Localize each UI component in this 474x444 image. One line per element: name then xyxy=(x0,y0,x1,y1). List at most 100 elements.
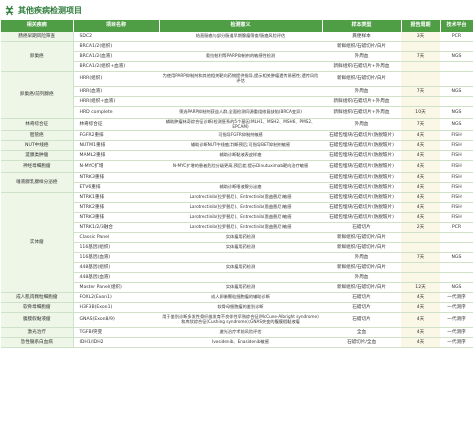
sample-cell: 新鲜组织/石蜡切片/白片 xyxy=(322,242,401,253)
significance-cell: N-MYC扩增的患者危险分级更高,预后差;提示Dinutuximab靶向治疗敏感 xyxy=(159,160,322,173)
significance-cell xyxy=(159,61,322,72)
project-cell: FOXL2(Exon1) xyxy=(73,292,159,303)
header-significance: 检测意义 xyxy=(159,20,323,32)
platform-cell: NGS xyxy=(440,51,473,62)
project-cell: GNAS(Exon8/9) xyxy=(73,312,159,328)
tat-cell: 7天 xyxy=(401,118,440,131)
disease-cell: 神经母细胞瘤 xyxy=(1,160,74,173)
tat-cell: 7天 xyxy=(401,86,440,97)
sample-cell: 新鲜组织/石蜡切片/白片 xyxy=(322,41,401,52)
disease-cell: 涎腺类肿瘤 xyxy=(1,150,74,161)
project-cell: SDC2 xyxy=(73,32,159,42)
significance-cell: Ivosidenib、Enasidenib敏感 xyxy=(159,337,322,348)
test-table: 相关疾病 项目名称 检测意义 样本类型 报告周期 技术平台 肠癌早期风险筛查 SD… xyxy=(1,20,474,348)
header-sample: 样本类型 xyxy=(322,20,402,32)
project-cell: BRCA1/2(血液) xyxy=(73,51,159,62)
project-cell: Classic Panel xyxy=(73,232,159,243)
significance-cell: 激光治疗术前风险评估 xyxy=(159,327,322,338)
significance-cell: 可指导FGFR抑制剂敏感 xyxy=(159,130,322,141)
table-row: 卵巢癌 BRCA1/2(组织) 新鲜组织/石蜡切片/白片 xyxy=(1,41,473,72)
significance-cell: 筛选PARP抑制剂获益人群,全面检测同源重组修复缺陷(BRCA变异) xyxy=(159,106,322,119)
sample-cell: 石蜡包埋块/石蜡切片(防脱玻片) xyxy=(322,212,401,223)
sample-cell: 粪便样本 xyxy=(322,32,401,42)
tat-cell: 4天 xyxy=(401,182,440,193)
sample-cell: 石蜡包埋块/石蜡切片(防脱玻片) xyxy=(322,172,401,183)
platform-cell xyxy=(440,272,473,283)
significance-cell xyxy=(159,272,322,283)
platform-cell: FISH xyxy=(440,202,473,213)
tat-cell xyxy=(401,272,440,283)
tat-cell: 2天 xyxy=(401,222,440,233)
tat-cell: 4天 xyxy=(401,172,440,183)
project-cell: IDH1/IDH2 xyxy=(73,337,159,348)
platform-cell: FISH xyxy=(440,160,473,173)
platform-cell: 一代测序 xyxy=(440,292,473,303)
platform-cell: FISH xyxy=(440,172,473,183)
sample-cell: 石蜡包埋块/石蜡切片(防脱玻片) xyxy=(322,182,401,193)
significance-cell: 辅助诊断黏液表皮样癌 xyxy=(159,150,322,161)
significance-cell: 成人卵巢颗粒细胞瘤的辅助诊断 xyxy=(159,292,322,303)
significance-cell: Larotrectinib(拉罗替尼)、Entrectinib(恩曲替尼)敏感 xyxy=(159,222,322,233)
tat-cell: 12天 xyxy=(401,282,440,293)
sample-cell: 外周血 xyxy=(322,86,401,97)
platform-cell: NGS xyxy=(440,86,473,97)
tat-cell: 4天 xyxy=(401,140,440,151)
project-cell: 448基因(组织) xyxy=(73,262,159,273)
disease-cell: 急性髓系白血病 xyxy=(1,337,74,348)
sample-cell: 石蜡切片 xyxy=(322,302,401,313)
header-platform: 技术平台 xyxy=(440,20,474,32)
project-cell: TGFBI突变 xyxy=(73,327,159,338)
platform-cell: NGS xyxy=(440,118,473,131)
project-cell: ETV6重排 xyxy=(73,182,159,193)
significance-cell: 辅助诊断唾液腺分泌癌 xyxy=(159,182,322,193)
disease-cell: 腹膜假黏液瘤 xyxy=(1,312,74,328)
significance-cell xyxy=(159,96,322,107)
sample-cell: 石蜡包埋块/石蜡切片(防脱玻片) xyxy=(322,130,401,141)
significance-cell: 实体瘤用药检测 xyxy=(159,232,322,243)
tat-cell: 4天 xyxy=(401,202,440,213)
platform-cell xyxy=(440,262,473,273)
sample-cell: 石蜡包埋块/石蜡切片(防脱玻片) xyxy=(322,202,401,213)
table-row: 唾液腺乳腺样分泌癌 NTRK3重排 石蜡包埋块/石蜡切片(防脱玻片) 4天 FISH xyxy=(1,172,473,193)
tat-cell xyxy=(401,71,440,87)
disease-cell: 肠癌早期风险筛查 xyxy=(1,32,74,42)
platform-cell: 一代测序 xyxy=(440,302,473,313)
platform-cell: FISH xyxy=(440,192,473,203)
sample-cell: 新鲜组织/石蜡切片/白片 xyxy=(322,71,401,87)
disease-cell: 林奇综合征 xyxy=(1,118,74,131)
sample-cell: 石蜡切片 xyxy=(322,292,401,303)
platform-cell xyxy=(440,232,473,243)
platform-cell: PCR xyxy=(440,222,473,233)
significance-cell xyxy=(159,41,322,52)
tat-cell: 4天 xyxy=(401,312,440,328)
tat-cell: 4天 xyxy=(401,302,440,313)
tat-cell xyxy=(401,242,440,253)
sample-cell: 新鲜组织/石蜡切片/白片 xyxy=(322,282,401,293)
project-cell: 448基因(血液) xyxy=(73,272,159,283)
platform-cell xyxy=(440,242,473,253)
sample-cell: 外周血 xyxy=(322,118,401,131)
platform-cell: FISH xyxy=(440,150,473,161)
disease-cell: 成人肌肉颗粒细胞瘤 xyxy=(1,292,74,303)
sample-cell: 石蜡切片 xyxy=(322,312,401,328)
sample-cell: 新鲜组织/石蜡切片/白片 xyxy=(322,232,401,243)
platform-cell: FISH xyxy=(440,130,473,141)
project-cell: HRR(血液) xyxy=(73,86,159,97)
platform-cell: 一代测序 xyxy=(440,337,473,348)
tat-cell: 4天 xyxy=(401,130,440,141)
header-disease: 相关疾病 xyxy=(1,20,74,32)
sample-cell: 石蜡切片/全血 xyxy=(322,337,401,348)
sample-cell: 外周血 xyxy=(322,252,401,263)
tat-cell xyxy=(401,96,440,107)
tat-cell: 4天 xyxy=(401,150,440,161)
significance-cell: 辅助肿瘤林奇综合征诊断(检测胚系的5个基因:MLH1、MSH2、MSH6、PMS… xyxy=(159,118,322,131)
significance-cell: 奥拉帕利等PARP抑制剂的敏感性检测 xyxy=(159,51,322,62)
project-cell: NTRK2重排 xyxy=(73,202,159,213)
sample-cell: 外周血 xyxy=(322,272,401,283)
platform-cell: NGS xyxy=(440,106,473,119)
table-row: 腹膜假黏液瘤 GNAS(Exon8/9) 用于鉴别诊断多发性骨纤维发育不良伴性早熟综… xyxy=(1,312,473,328)
platform-cell xyxy=(440,96,473,107)
project-cell: NTRK1/2/3融合 xyxy=(73,222,159,233)
significance-cell: Larotrectinib(拉罗替尼)、Entrectinib(恩曲替尼)敏感 xyxy=(159,192,322,203)
sample-cell: 石蜡切片 xyxy=(322,222,401,233)
